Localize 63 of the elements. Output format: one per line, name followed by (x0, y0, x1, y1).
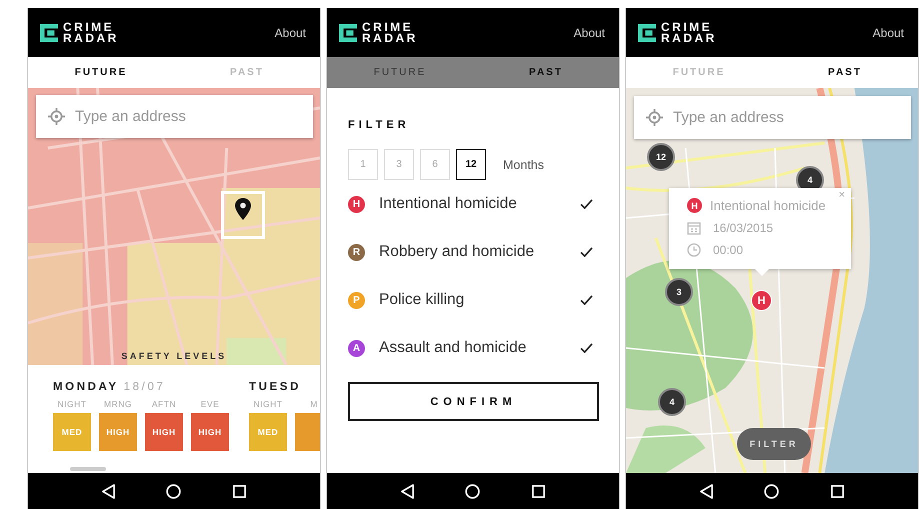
logo-icon (40, 22, 58, 42)
map-caption: SAFETY LEVELS (121, 351, 227, 361)
address-input[interactable]: Type an address (671, 108, 899, 127)
locate-icon[interactable] (646, 109, 663, 126)
months-label: Months (503, 158, 544, 172)
crime-type-label[interactable]: Intentional homicide (379, 195, 517, 213)
incident-time: 00:00 (713, 243, 744, 257)
logo-icon (638, 22, 656, 42)
crime-type-badge: H (348, 196, 365, 212)
back-icon[interactable] (102, 484, 115, 498)
locate-icon[interactable] (48, 108, 65, 125)
recent-apps-icon[interactable] (233, 484, 246, 498)
logo-text: CRIME RADAR (362, 22, 418, 44)
day-title: MONDAY 18/07 (53, 381, 166, 393)
recent-apps-icon[interactable] (831, 484, 844, 498)
logo-icon (339, 22, 357, 42)
calendar-icon (687, 222, 701, 234)
confirm-button[interactable]: CONFIRM (348, 382, 599, 421)
crime-type-badge: R (348, 244, 365, 260)
tab[interactable]: PAST (473, 57, 619, 88)
time-slot-label: NIGHT (254, 399, 282, 409)
crime-type-badge: H (687, 198, 702, 213)
crime-type-label[interactable]: Police killing (379, 291, 464, 309)
recent-apps-icon[interactable] (532, 484, 546, 498)
home-icon[interactable] (166, 484, 182, 498)
back-icon[interactable] (700, 484, 713, 498)
home-icon[interactable] (764, 484, 780, 498)
home-icon[interactable] (465, 484, 480, 498)
risk-level-tile[interactable]: HIGH (145, 413, 183, 451)
check-icon[interactable] (580, 247, 593, 257)
check-icon[interactable] (580, 199, 593, 209)
check-icon[interactable] (580, 295, 593, 305)
filter-button[interactable]: FILTER (737, 428, 811, 460)
scroll-bar (70, 467, 106, 471)
map-pin-icon (235, 198, 251, 220)
filter-title: FILTER (348, 119, 411, 131)
crime-type-badge: A (348, 340, 365, 356)
tab[interactable]: PAST (772, 57, 918, 88)
about-link[interactable]: About (274, 26, 306, 40)
back-icon[interactable] (400, 484, 414, 498)
clock-icon (687, 243, 701, 257)
tab[interactable]: FUTURE (28, 57, 174, 88)
address-search-field[interactable]: Type an address (36, 95, 313, 138)
time-slot-label: M (310, 399, 318, 409)
time-slot-label: AFTN (152, 399, 176, 409)
crime-type-badge: P (348, 292, 365, 308)
incident-date: 16/03/2015 (713, 221, 774, 235)
time-slot-label: EVE (200, 399, 220, 409)
check-icon[interactable] (580, 343, 593, 353)
day-title: TUESD (249, 381, 302, 393)
risk-level-tile[interactable]: HIGH (191, 413, 229, 451)
time-slot-label: MRNG (104, 399, 132, 409)
about-link[interactable]: About (872, 26, 904, 40)
crime-type-label[interactable]: Assault and homicide (379, 339, 526, 357)
address-search-field[interactable]: Type an address (634, 96, 911, 139)
about-link[interactable]: About (574, 26, 605, 40)
incident-type: Intentional homicide (710, 198, 826, 213)
crime-type-label[interactable]: Robbery and homicide (379, 243, 534, 261)
logo-text: CRIME RADAR (63, 22, 119, 44)
time-slot-label: NIGHT (58, 399, 86, 409)
month-option[interactable]: 12 (456, 149, 486, 180)
address-input[interactable]: Type an address (73, 107, 301, 126)
logo-text: CRIME RADAR (661, 22, 717, 44)
